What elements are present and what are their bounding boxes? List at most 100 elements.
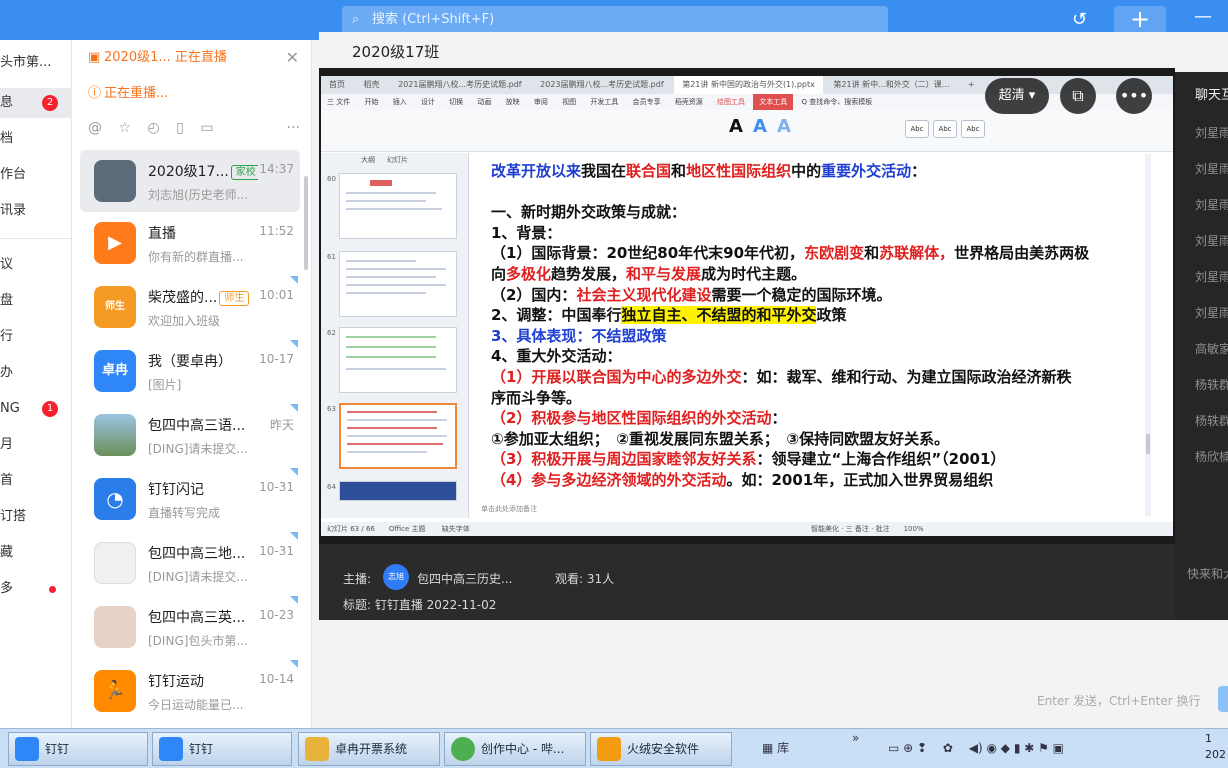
nav-favorites[interactable]: 藏 xyxy=(0,538,72,568)
nav-messages[interactable]: 息2 xyxy=(0,88,72,118)
minimize-button[interactable]: — xyxy=(1194,6,1212,27)
conversation-item[interactable]: 包四中高三语... 昨天 [DING]请未提交... xyxy=(80,404,300,466)
slide-text-line: 4、重大外交活动： xyxy=(491,345,621,366)
close-icon[interactable]: ✕ xyxy=(286,48,299,67)
nav-meeting[interactable]: 议 xyxy=(0,250,72,280)
conversation-item[interactable]: 师生 柴茂盛的... 师生 10:01 欢迎加入班级 xyxy=(80,276,300,338)
doc-icon[interactable]: ▭ xyxy=(200,120,213,136)
conversation-name: 钉钉闪记 xyxy=(148,482,204,498)
library-toolbar[interactable]: ▦ 库 xyxy=(762,739,789,756)
pin-corner xyxy=(290,596,298,604)
nav-item-11[interactable]: 首 xyxy=(0,466,72,496)
slide-text-segment: ：如：裁军、维和行动、为建立国际政治经济新秩 xyxy=(741,368,1072,386)
slide-text-segment: ： xyxy=(911,162,927,180)
conversation-name: 2020级17... 家校 xyxy=(148,161,258,181)
add-button[interactable]: + xyxy=(1114,6,1166,34)
clock-icon[interactable]: ◴ xyxy=(147,120,159,136)
taskbar-app[interactable]: 火绒安全软件 xyxy=(590,732,732,766)
nav-todo[interactable]: 办 xyxy=(0,358,72,388)
nav-ding[interactable]: NG 1 xyxy=(0,394,72,424)
history-icon[interactable]: ↺ xyxy=(1072,8,1087,32)
avatar xyxy=(94,160,136,202)
slide-text-segment: 改革开放以来 xyxy=(491,162,582,180)
taskbar-label: 卓冉开票系统 xyxy=(335,742,408,756)
replaying-label: 正在重播... xyxy=(104,86,169,101)
conversation-time: 10:01 xyxy=(259,288,294,302)
ppt-menu-item: 文本工具 xyxy=(753,94,794,110)
chat-user: 刘星雨 xyxy=(1195,306,1228,320)
file-icon[interactable]: ▯ xyxy=(176,120,184,136)
at-icon[interactable]: @ xyxy=(88,120,102,136)
more-options-icon[interactable]: ••• xyxy=(1116,78,1152,114)
nav-label: 盘 xyxy=(0,293,14,308)
conversation-item[interactable]: ◔ 钉钉闪记 10-31 直播转写完成 xyxy=(80,468,300,530)
conversation-item[interactable]: 卓冉 我（要卓冉） 10-17 [图片] xyxy=(80,340,300,402)
slide-text-line: 1、背景： xyxy=(491,222,561,243)
conversation-time: 10-17 xyxy=(259,352,294,366)
folder-icon xyxy=(305,737,329,761)
send-button[interactable] xyxy=(1218,686,1228,712)
slide-thumbnail xyxy=(339,173,457,239)
nav-more[interactable]: 多 xyxy=(0,574,72,604)
conversation-preview: 欢迎加入班级 xyxy=(148,314,221,328)
taskbar-app[interactable]: 卓冉开票系统 xyxy=(298,732,440,766)
nav-org[interactable]: 头市第... xyxy=(0,48,72,78)
live-now-banner[interactable]: ▣ 2020级1... 正在直播 xyxy=(72,44,312,72)
nav-docs[interactable]: 档 xyxy=(0,124,72,154)
nav-contacts[interactable]: 讯录 xyxy=(0,196,72,226)
clock: 1 202 xyxy=(1205,731,1226,763)
taskbar-app[interactable]: 钉钉 xyxy=(152,732,292,766)
avatar xyxy=(94,606,136,648)
nav-calendar[interactable]: 行 xyxy=(0,322,72,352)
nav-item-10[interactable]: 月 xyxy=(0,430,72,460)
thumb-number: 64 xyxy=(327,483,336,491)
live-avatar-icon: ▶ xyxy=(94,222,136,264)
slide-text-line: 改革开放以来我国在联合国和地区性国际组织中的重要外交活动： xyxy=(491,160,926,181)
nav-label: 行 xyxy=(0,329,14,344)
slide-text-segment: 重要外交活动 xyxy=(821,162,912,180)
conversation-item[interactable]: 🏃 钉钉运动 10-14 今日运动能量已... xyxy=(80,660,300,722)
conversation-item[interactable]: 包四中高三英... 10-23 [DING]包头市第... xyxy=(80,596,300,658)
quality-selector[interactable]: 超清 ▾ xyxy=(985,78,1049,114)
tag-badge: 家校 xyxy=(230,165,258,180)
tray-expand-icon[interactable]: » xyxy=(852,731,859,745)
taskbar-app[interactable]: 创作中心 - 哔... xyxy=(444,732,586,766)
chat-user: 高敏家 xyxy=(1195,342,1228,356)
status-right: 智能美化 · 三 备注 · 批注 100% xyxy=(811,525,924,533)
slide-text-segment: 成为时代主题。 xyxy=(701,265,807,283)
chat-input[interactable]: 快来和大 xyxy=(1187,565,1228,582)
chat-user: 刘星雨 xyxy=(1195,126,1228,140)
pin-corner xyxy=(290,532,298,540)
conversation-item[interactable]: ▶ 直播 11:52 你有新的群直播... xyxy=(80,212,300,274)
nav-item-12[interactable]: 订搭 xyxy=(0,502,72,532)
chat-panel-header: 聊天互 xyxy=(1195,88,1228,103)
scroll-thumb xyxy=(1146,434,1150,454)
conversation-item[interactable]: 2020级17... 家校 14:37 刘志旭(历史老师... xyxy=(80,150,300,212)
slide-text-line: （2）国内：社会主义现代化建设需要一个稳定的国际环境。 xyxy=(491,284,891,305)
ppt-menu-item: 会员专享 xyxy=(632,98,661,106)
nav-workbench[interactable]: 作台 xyxy=(0,160,72,190)
star-icon[interactable]: ☆ xyxy=(118,120,131,136)
replaying-banner[interactable]: ⓘ 正在重播... xyxy=(72,80,312,108)
ppt-tab-active: 第21讲 新中国的政治与外交(1).pptx xyxy=(674,76,823,94)
live-video[interactable]: 首页 稻壳 2021届鹏翔八校...考历史试题.pdf 2023届鹏翔八校...… xyxy=(319,68,1175,544)
chat-title: 2020级17班 xyxy=(352,43,440,61)
conversation-item[interactable]: 包四中高三地... 10-31 [DING]请未提交... xyxy=(80,532,300,594)
search-input[interactable]: ⌕ 搜索 (Ctrl+Shift+F) xyxy=(342,6,888,34)
slide-thumbnail-selected xyxy=(339,403,457,469)
list-scrollbar[interactable] xyxy=(304,176,308,270)
ppt-menu-item: 稻壳资源 xyxy=(674,98,703,106)
live-chat-panel: 聊天互 刘星雨 刘星雨 刘星雨 刘星雨 刘星雨 刘星雨 高敏家 杨轶群 杨轶群 … xyxy=(1175,72,1228,620)
popout-icon[interactable]: ⧉ xyxy=(1060,78,1096,114)
host-name[interactable]: 包四中高三历史... xyxy=(417,570,512,587)
nav-label: 多 xyxy=(0,581,14,596)
slide-thumbnail xyxy=(339,251,457,317)
nav-drive[interactable]: 盘 xyxy=(0,286,72,316)
pin-corner xyxy=(290,404,298,412)
more-icon[interactable]: ··· xyxy=(287,120,300,136)
ppt-menu-item: 绘图工具 xyxy=(717,98,746,106)
slide-canvas: 改革开放以来我国在联合国和地区性国际组织中的重要外交活动： 一、新时期外交政策与成… xyxy=(481,156,1163,496)
slide-text-segment: （2）国内： xyxy=(491,285,577,304)
taskbar-app[interactable]: 钉钉 xyxy=(8,732,148,766)
ppt-menu-item: 插入 xyxy=(392,98,407,106)
